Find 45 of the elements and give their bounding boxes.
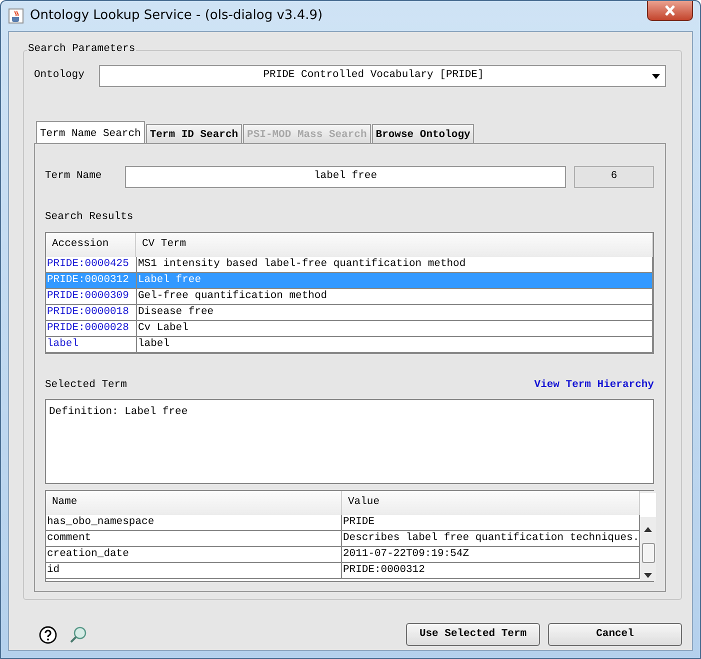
dropdown-arrow-icon bbox=[652, 74, 660, 78]
table-cell[interactable]: Gel-free quantification method bbox=[137, 288, 653, 305]
column-header[interactable]: CV Term bbox=[136, 232, 653, 257]
term-name-label: Term Name bbox=[45, 169, 103, 184]
ontology-label: Ontology bbox=[34, 68, 86, 84]
tab[interactable]: Term Name Search bbox=[36, 121, 145, 143]
table-cell: 2011-07-22T09:19:54Z bbox=[342, 546, 640, 562]
table-cell: comment bbox=[46, 530, 342, 546]
column-header[interactable]: Name bbox=[46, 490, 342, 514]
scrollbar[interactable] bbox=[640, 490, 656, 580]
view-term-hierarchy-link[interactable]: View Term Hierarchy bbox=[534, 378, 654, 394]
tab[interactable]: Term ID Search bbox=[146, 124, 242, 143]
help-icon[interactable] bbox=[39, 626, 57, 644]
ontology-dropdown[interactable]: PRIDE Controlled Vocabulary [PRIDE] bbox=[99, 65, 666, 87]
scroll-down-arrow-icon[interactable] bbox=[644, 573, 652, 578]
table-cell: PRIDE:0000312 bbox=[342, 562, 640, 578]
table-cell[interactable]: PRIDE:0000309 bbox=[46, 288, 137, 305]
table-cell[interactable]: PRIDE:0000018 bbox=[46, 304, 137, 321]
table-cell: Describes label free quantification techniques. bbox=[342, 530, 640, 546]
table-cell: id bbox=[46, 562, 342, 578]
table-cell: has_obo_namespace bbox=[46, 514, 342, 530]
result-count: 6 bbox=[574, 166, 654, 188]
table-cell[interactable]: PRIDE:0000028 bbox=[46, 320, 137, 337]
dialog-button[interactable]: Use Selected Term bbox=[406, 623, 540, 646]
scroll-thumb[interactable] bbox=[642, 542, 655, 563]
tab[interactable]: Browse Ontology bbox=[372, 124, 474, 143]
close-icon[interactable] bbox=[664, 5, 676, 16]
close-button[interactable] bbox=[647, 1, 693, 21]
java-cup-icon bbox=[8, 8, 24, 24]
scroll-up-arrow-icon[interactable] bbox=[644, 527, 652, 532]
table-cell[interactable]: Cv Label bbox=[137, 320, 653, 337]
dialog-button[interactable]: Cancel bbox=[548, 623, 682, 646]
column-header[interactable]: Value bbox=[342, 490, 640, 514]
table-cell: PRIDE bbox=[342, 514, 640, 530]
table-cell[interactable]: label bbox=[46, 336, 137, 353]
search-icon[interactable] bbox=[69, 626, 87, 644]
table-cell: creation_date bbox=[46, 546, 342, 562]
selected-term-label: Selected Term bbox=[45, 378, 127, 393]
window-title: Ontology Lookup Service - (ols-dialog v3.4.9) bbox=[30, 7, 323, 26]
column-header[interactable]: Accession bbox=[46, 232, 136, 257]
search-results-label: Search Results bbox=[45, 210, 134, 225]
definition-text-area: Definition: Label free bbox=[45, 398, 654, 484]
term-name-field[interactable]: label free bbox=[125, 166, 566, 188]
table-cell[interactable]: label bbox=[137, 336, 653, 353]
table-cell[interactable]: Disease free bbox=[137, 304, 653, 321]
